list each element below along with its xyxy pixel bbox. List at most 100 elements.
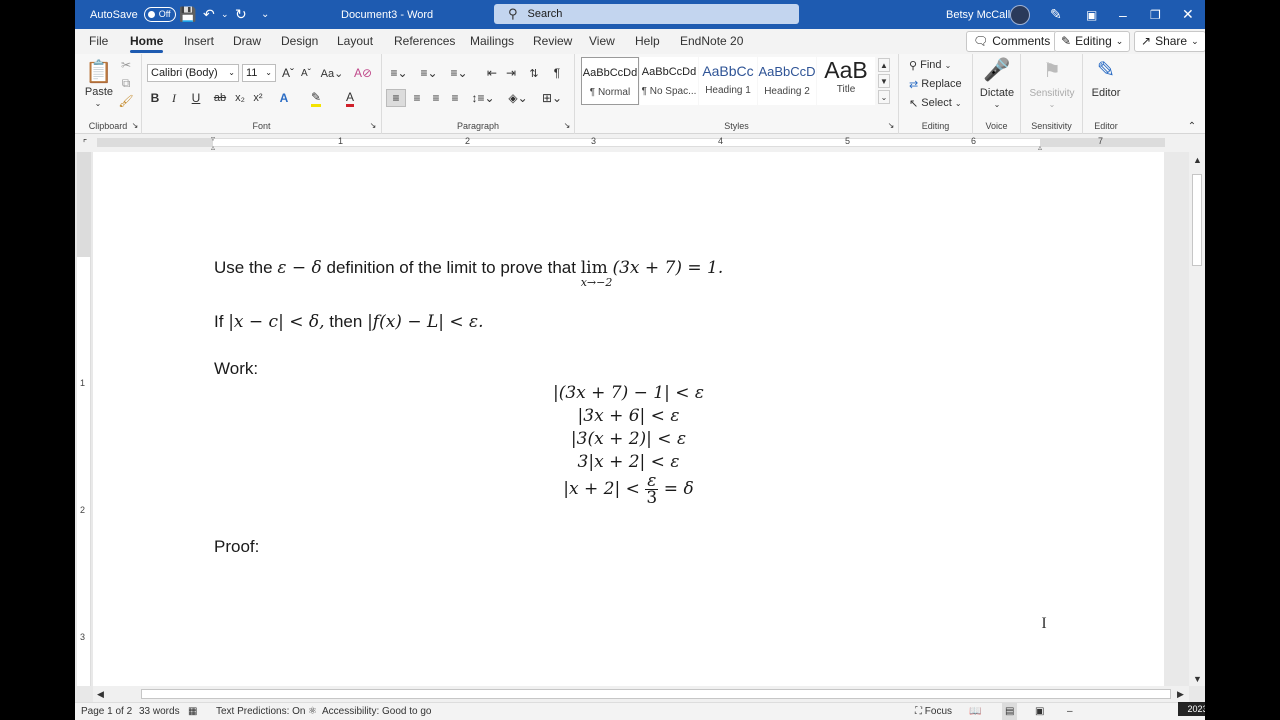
proof-heading[interactable]: Proof:	[214, 537, 259, 557]
document-page[interactable]: Use the ε − δ definition of the limit to…	[93, 152, 1164, 686]
pen-icon[interactable]: ✎	[1050, 0, 1062, 29]
font-name-select[interactable]: Calibri (Body) ⌄	[147, 64, 239, 82]
save-icon[interactable]: 💾	[179, 0, 196, 29]
user-avatar[interactable]	[1010, 0, 1030, 29]
style-title[interactable]: AaB Title	[817, 57, 875, 105]
accessibility-status[interactable]: Accessibility: Good to go	[322, 703, 432, 720]
tab-review[interactable]: Review	[533, 29, 572, 54]
work-step[interactable]: 3|x + 2| < ε	[93, 452, 1164, 472]
definition-line[interactable]: If |x − c| < δ, then |f(x) − L| < ε.	[214, 312, 484, 332]
print-layout-icon[interactable]: ▤	[1002, 703, 1018, 720]
italic-icon[interactable]: I	[167, 89, 181, 107]
align-right-icon[interactable]: ≡	[427, 89, 445, 107]
increase-indent-icon[interactable]: ⇥	[502, 64, 520, 82]
cut-icon[interactable]: ✂	[119, 58, 133, 72]
sort-icon[interactable]: ⇅	[525, 64, 543, 82]
editor-label[interactable]: Editor	[1083, 86, 1129, 100]
tab-file[interactable]: File	[89, 29, 108, 54]
dialog-launcher-icon[interactable]: ↘	[562, 120, 572, 130]
numbering-icon[interactable]: ≡⌄	[416, 64, 442, 82]
sensitivity-icon[interactable]: ⚑	[1039, 56, 1065, 84]
paste-icon[interactable]: 📋	[85, 58, 112, 86]
focus-button[interactable]: ⛶ Focus	[915, 703, 952, 720]
copy-icon[interactable]: ⧉	[119, 76, 133, 90]
scroll-left-icon[interactable]: ◀	[97, 689, 104, 700]
style-heading-2[interactable]: AaBbCcD Heading 2	[758, 57, 816, 105]
close-icon[interactable]: ✕	[1182, 0, 1194, 29]
undo-dropdown-icon[interactable]: ⌄	[221, 0, 229, 29]
multilevel-list-icon[interactable]: ≡⌄	[446, 64, 472, 82]
share-button[interactable]: ↗ Share ⌄	[1134, 31, 1205, 52]
tab-layout[interactable]: Layout	[337, 29, 373, 54]
select-button[interactable]: ↖ Select ⌄	[909, 95, 971, 111]
right-indent-marker[interactable]: ▵	[1035, 143, 1045, 152]
editor-icon[interactable]: ✎	[1093, 56, 1119, 84]
word-count[interactable]: 33 words	[139, 703, 180, 720]
font-size-select[interactable]: 11 ⌄	[242, 64, 276, 82]
find-button[interactable]: ⚲ Find ⌄	[909, 57, 965, 73]
user-name[interactable]: Betsy McCall	[946, 0, 1010, 29]
dialog-launcher-icon[interactable]: ↘	[368, 120, 378, 130]
tab-endnote[interactable]: EndNote 20	[680, 29, 743, 54]
text-predictions[interactable]: Text Predictions: On	[216, 703, 305, 720]
style-no-spacing[interactable]: AaBbCcDd ¶ No Spac...	[640, 57, 698, 105]
scroll-thumb[interactable]	[1192, 174, 1202, 266]
decrease-indent-icon[interactable]: ⇤	[483, 64, 501, 82]
tab-home[interactable]: Home	[130, 29, 164, 54]
sensitivity-label[interactable]: Sensitivity	[1021, 86, 1083, 100]
work-step[interactable]: |3(x + 2)| < ε	[93, 429, 1164, 449]
tab-mailings[interactable]: Mailings	[470, 29, 514, 54]
scroll-up-icon[interactable]: ▲	[1193, 155, 1202, 165]
autosave-control[interactable]: AutoSave Off	[90, 0, 176, 29]
web-layout-icon[interactable]: ▣	[1035, 703, 1044, 720]
autosave-toggle[interactable]: Off	[143, 7, 176, 22]
font-color-icon[interactable]: A	[336, 89, 364, 107]
microphone-icon[interactable]: 🎤	[983, 56, 1010, 84]
align-left-icon[interactable]: ≡	[386, 89, 406, 107]
line-spacing-icon[interactable]: ↕≡⌄	[469, 89, 497, 107]
restore-icon[interactable]: ❐	[1150, 0, 1161, 29]
scroll-thumb[interactable]	[141, 689, 1171, 699]
style-normal[interactable]: AaBbCcDd ¶ Normal	[581, 57, 639, 105]
page-count[interactable]: Page 1 of 2	[81, 703, 132, 720]
subscript-icon[interactable]: x₂	[232, 89, 248, 107]
bold-icon[interactable]: B	[148, 89, 162, 107]
zoom-out-icon[interactable]: –	[1067, 703, 1097, 720]
proofing-icon[interactable]: ▦	[188, 703, 197, 720]
bullets-icon[interactable]: ≡⌄	[386, 64, 412, 82]
justify-icon[interactable]: ≡	[446, 89, 464, 107]
underline-icon[interactable]: U	[185, 89, 207, 107]
styles-scroll-up-icon[interactable]: ▲	[878, 58, 890, 72]
work-step[interactable]: |(3x + 7) − 1| < ε	[93, 383, 1164, 403]
shrink-font-icon[interactable]: Aˇ	[298, 64, 314, 82]
text-effects-icon[interactable]: A	[272, 89, 296, 107]
superscript-icon[interactable]: x²	[250, 89, 266, 107]
shading-icon[interactable]: ◈⌄	[504, 89, 532, 107]
work-step[interactable]: |3x + 6| < ε	[93, 406, 1164, 426]
redo-icon[interactable]: ↻	[235, 0, 247, 29]
ribbon-display-icon[interactable]: ▣	[1086, 0, 1097, 29]
borders-icon[interactable]: ⊞⌄	[537, 89, 567, 107]
horizontal-scrollbar[interactable]: ◀ ▶	[93, 686, 1189, 702]
tab-references[interactable]: References	[394, 29, 455, 54]
tab-draw[interactable]: Draw	[233, 29, 261, 54]
align-center-icon[interactable]: ≡	[408, 89, 426, 107]
chevron-down-icon[interactable]: ⌄	[91, 98, 105, 108]
highlight-icon[interactable]: ✎	[302, 89, 330, 107]
tab-design[interactable]: Design	[281, 29, 318, 54]
problem-statement[interactable]: Use the ε − δ definition of the limit to…	[214, 258, 723, 289]
clear-formatting-icon[interactable]: A⊘	[354, 64, 372, 82]
tab-view[interactable]: View	[589, 29, 615, 54]
show-formatting-icon[interactable]: ¶	[548, 64, 566, 82]
paste-label[interactable]: Paste	[83, 86, 115, 98]
horizontal-ruler[interactable]: ⌜ 1 2 3 4 5 6 7 ▿ ▵ ▵	[75, 134, 1205, 152]
dictate-label[interactable]: Dictate	[973, 86, 1021, 100]
tab-selector-icon[interactable]: ⌜	[79, 136, 91, 150]
work-heading[interactable]: Work:	[214, 359, 258, 379]
styles-scroll-down-icon[interactable]: ▼	[878, 74, 890, 88]
vertical-ruler[interactable]: 1 2 3	[77, 152, 91, 686]
strikethrough-icon[interactable]: ab	[210, 89, 230, 107]
vertical-scrollbar[interactable]: ▲ ▼	[1189, 152, 1205, 686]
first-line-indent-marker[interactable]: ▿	[208, 134, 218, 143]
collapse-ribbon-icon[interactable]: ⌃	[1185, 120, 1199, 132]
